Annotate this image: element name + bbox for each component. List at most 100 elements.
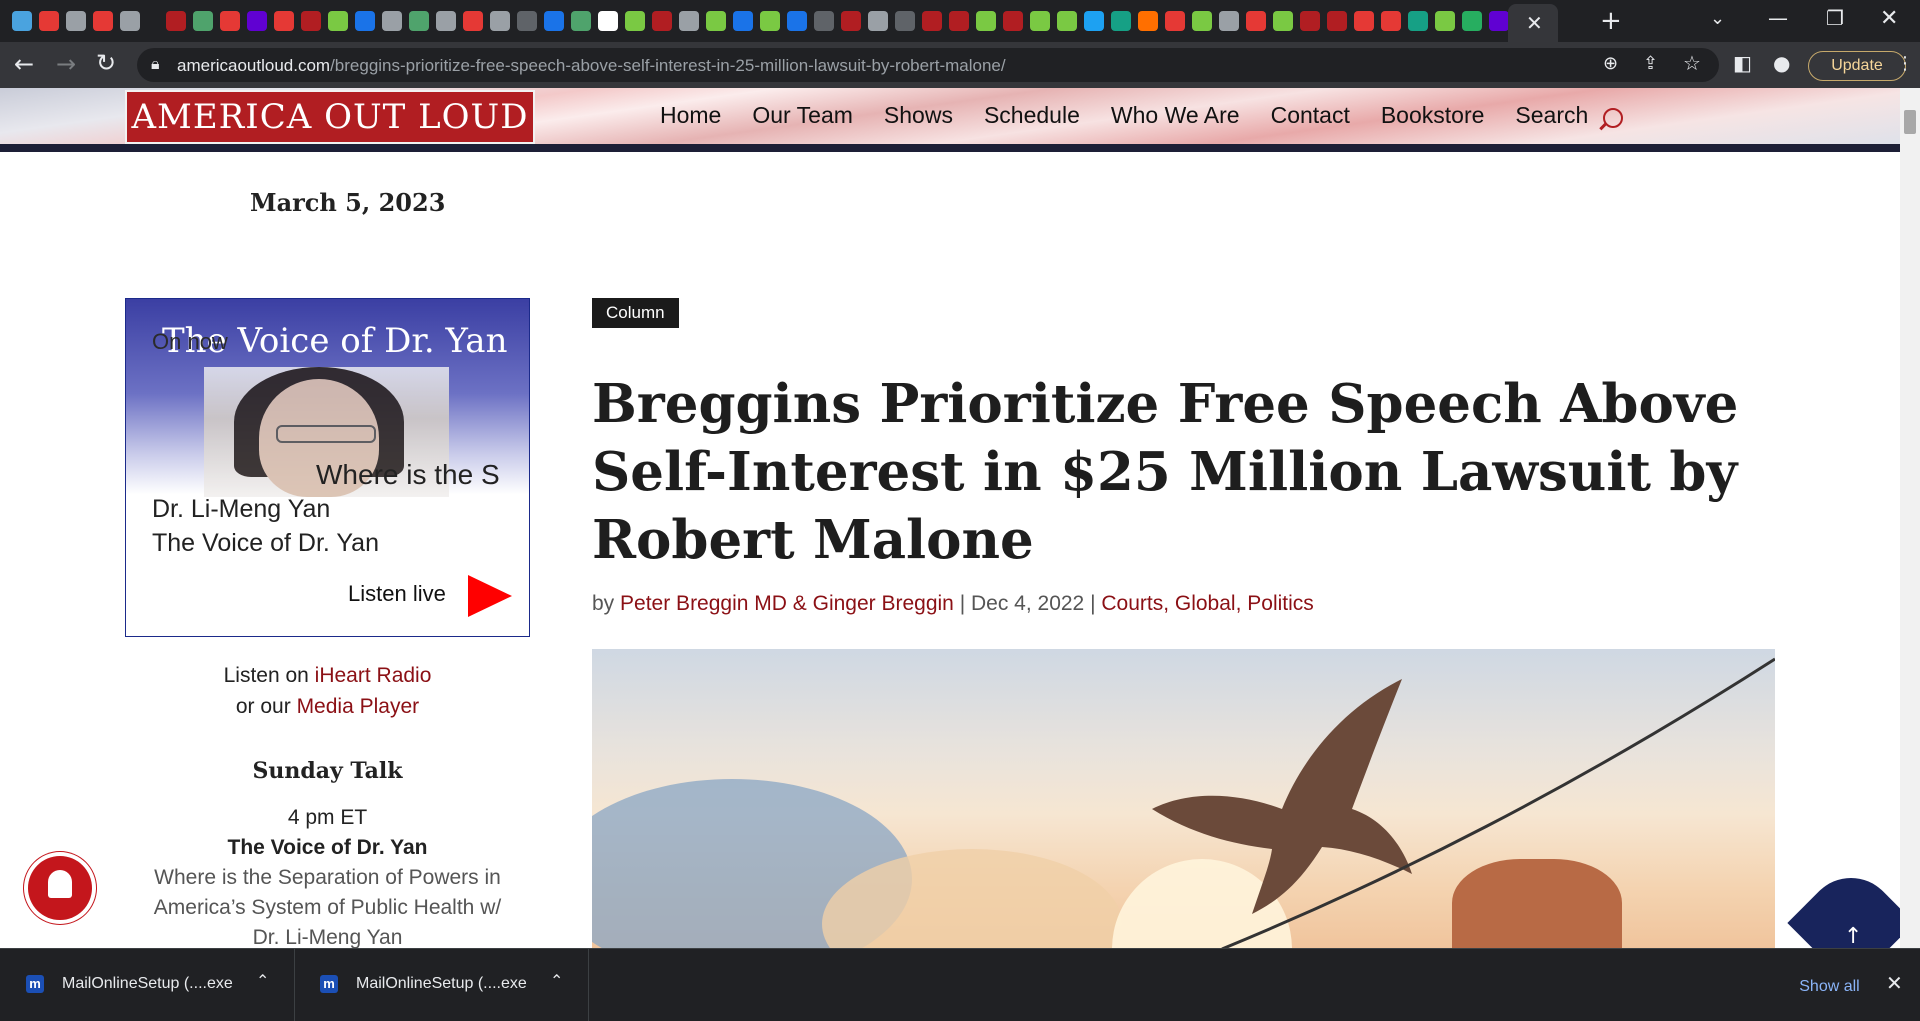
share-icon[interactable]: ⇪ <box>1643 53 1658 74</box>
tab-favicon-icon[interactable] <box>652 11 672 31</box>
now-playing-widget[interactable]: The Voice of Dr. Yan On now Where is the… <box>125 298 530 637</box>
site-logo[interactable]: AMERICA OUT LOUD <box>125 90 535 144</box>
window-close-icon[interactable]: ✕ <box>1880 6 1898 31</box>
nav-shows[interactable]: Shows <box>884 102 953 129</box>
tab-favicon-icon[interactable] <box>328 11 348 31</box>
tab-favicon-icon[interactable] <box>39 11 59 31</box>
category-tag[interactable]: Column <box>592 298 679 328</box>
tab-favicon-icon[interactable] <box>93 11 113 31</box>
tab-favicon-icon[interactable] <box>120 11 140 31</box>
nav-bookstore[interactable]: Bookstore <box>1381 102 1485 129</box>
show-all-button[interactable]: Show all <box>1782 973 1877 1001</box>
tab-favicon-icon[interactable] <box>463 11 483 31</box>
tab-favicon-icon[interactable] <box>976 11 996 31</box>
tab-favicon-icon[interactable] <box>1300 11 1320 31</box>
close-shelf-icon[interactable]: ✕ <box>1886 971 1903 996</box>
tab-favicon-icon[interactable] <box>625 11 645 31</box>
update-button[interactable]: Update <box>1808 51 1906 81</box>
nav-schedule[interactable]: Schedule <box>984 102 1080 129</box>
scrollbar-thumb[interactable] <box>1904 110 1916 134</box>
tab-favicon-icon[interactable] <box>436 11 456 31</box>
download-item[interactable]: m MailOnlineSetup (....exe ⌃ <box>0 949 295 1021</box>
tab-favicon-icon[interactable] <box>841 11 861 31</box>
minimize-icon[interactable]: — <box>1768 6 1788 30</box>
tab-favicon-icon[interactable] <box>193 11 213 31</box>
tab-favicon-icon[interactable] <box>490 11 510 31</box>
tab-favicon-icon[interactable] <box>1435 11 1455 31</box>
tab-favicon-icon[interactable] <box>733 11 753 31</box>
tab-favicon-icon[interactable] <box>679 11 699 31</box>
tab-favicon-icon[interactable] <box>1192 11 1212 31</box>
tab-search-chevron-icon[interactable]: ⌄ <box>1710 8 1725 29</box>
tab-favicon-icon[interactable] <box>760 11 780 31</box>
category-links[interactable]: Courts, Global, Politics <box>1101 592 1313 615</box>
tab-favicon-icon[interactable] <box>571 11 591 31</box>
download-item[interactable]: m MailOnlineSetup (....exe ⌃ <box>294 949 589 1021</box>
tab-favicon-icon[interactable] <box>1138 11 1158 31</box>
reload-icon[interactable]: ↻ <box>96 49 116 77</box>
tab-favicon-icon[interactable] <box>409 11 429 31</box>
tab-favicon-icon[interactable] <box>220 11 240 31</box>
tab-favicon-icon[interactable] <box>1057 11 1077 31</box>
url-text[interactable]: americaoutloud.com/breggins-prioritize-f… <box>177 56 1006 76</box>
new-tab-plus-icon[interactable]: + <box>1600 6 1622 36</box>
back-arrow-icon[interactable]: ← <box>14 50 34 78</box>
tab-favicon-icon[interactable] <box>1111 11 1131 31</box>
tab-favicon-icon[interactable] <box>66 11 86 31</box>
tab-favicon-icon[interactable] <box>355 11 375 31</box>
tab-favicon-icon[interactable] <box>1246 11 1266 31</box>
tab-favicon-icon[interactable] <box>1084 11 1104 31</box>
tab-favicon-icon[interactable] <box>166 11 186 31</box>
tab-favicon-icon[interactable] <box>1219 11 1239 31</box>
tab-favicon-icon[interactable] <box>301 11 321 31</box>
active-tab[interactable]: ✕ <box>1508 4 1558 42</box>
author-link[interactable]: Peter Breggin MD & Ginger Breggin <box>620 592 954 615</box>
tab-favicon-icon[interactable] <box>598 11 618 31</box>
tab-favicon-icon[interactable] <box>1381 11 1401 31</box>
nav-contact[interactable]: Contact <box>1271 102 1350 129</box>
listen-live-label[interactable]: Listen live <box>348 581 446 607</box>
tab-favicon-icon[interactable] <box>868 11 888 31</box>
tab-favicon-icon[interactable] <box>949 11 969 31</box>
tab-favicon-icon[interactable] <box>1030 11 1050 31</box>
tab-favicon-icon[interactable] <box>382 11 402 31</box>
tab-favicon-icon[interactable] <box>247 11 267 31</box>
page-scrollbar[interactable] <box>1900 88 1920 948</box>
tab-favicon-icon[interactable] <box>787 11 807 31</box>
tab-favicon-icon[interactable] <box>1489 11 1509 31</box>
chevron-up-icon[interactable]: ⌃ <box>550 971 563 991</box>
tab-favicon-icon[interactable] <box>1165 11 1185 31</box>
nav-home[interactable]: Home <box>660 102 721 129</box>
tab-favicon-icon[interactable] <box>922 11 942 31</box>
media-player-link[interactable]: Media Player <box>297 695 420 718</box>
tab-favicon-icon[interactable] <box>706 11 726 31</box>
tab-favicon-icon[interactable] <box>1327 11 1347 31</box>
nav-who-we-are[interactable]: Who We Are <box>1111 102 1240 129</box>
tab-favicon-icon[interactable] <box>517 11 537 31</box>
profile-icon[interactable]: ● <box>1773 51 1790 75</box>
tab-favicon-icon[interactable] <box>1273 11 1293 31</box>
tab-favicon-icon[interactable] <box>544 11 564 31</box>
side-panel-icon[interactable]: ◧ <box>1733 51 1752 75</box>
iheart-radio-link[interactable]: iHeart Radio <box>315 664 432 687</box>
tab-favicon-icon[interactable] <box>814 11 834 31</box>
play-icon[interactable] <box>468 575 512 617</box>
tab-close-icon[interactable]: ✕ <box>1526 11 1543 35</box>
nav-our-team[interactable]: Our Team <box>752 102 853 129</box>
tab-favicon-icon[interactable] <box>12 11 32 31</box>
tab-favicon-icon[interactable] <box>895 11 915 31</box>
tab-favicon-icon[interactable] <box>1462 11 1482 31</box>
tab-favicon-icon[interactable] <box>1408 11 1428 31</box>
lock-icon[interactable]: 🔒︎ <box>151 54 160 74</box>
bookmark-star-icon[interactable]: ☆ <box>1683 51 1701 75</box>
zoom-icon[interactable]: ⊕ <box>1603 53 1618 74</box>
restore-icon[interactable]: ❐ <box>1826 6 1844 30</box>
tab-favicon-icon[interactable] <box>274 11 294 31</box>
nav-search[interactable]: Search <box>1515 102 1588 129</box>
menu-dots-icon[interactable]: ⋮ <box>1896 53 1914 74</box>
up-arrow-icon[interactable]: ↑ <box>1844 924 1862 948</box>
tab-favicon-icon[interactable] <box>1003 11 1023 31</box>
address-bar[interactable]: 🔒︎ americaoutloud.com/breggins-prioritiz… <box>137 48 1719 82</box>
chevron-up-icon[interactable]: ⌃ <box>256 971 269 991</box>
tab-favicon-icon[interactable] <box>1354 11 1374 31</box>
